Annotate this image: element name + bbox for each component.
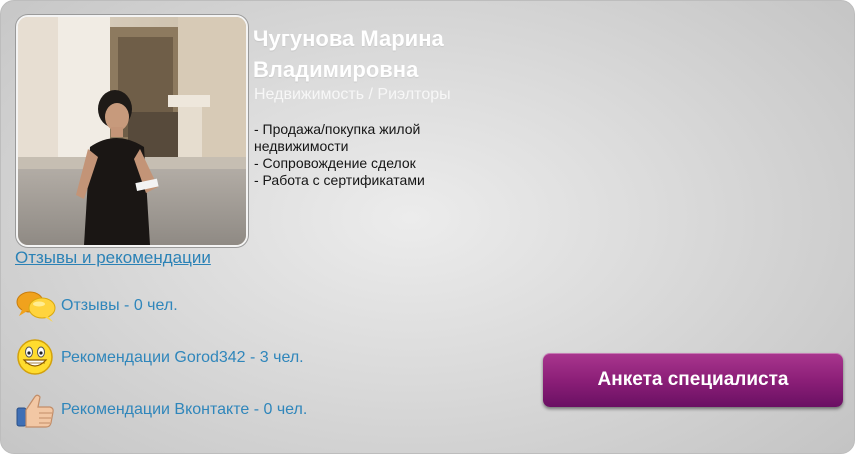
service-item: - Продажа/покупка жилой недвижимости — [254, 121, 421, 154]
vkontakte-recommendations-link[interactable]: Рекомендации Вконтакте - 0 чел. — [15, 390, 307, 430]
gorod342-recommendations-link[interactable]: Рекомендации Gorod342 - 3 чел. — [15, 338, 304, 378]
photo-image — [18, 17, 246, 245]
name-line-1: Чугунова Марина — [253, 26, 444, 51]
name-line-2: Владимировна — [253, 57, 419, 82]
service-item: - Работа с сертификатами — [254, 172, 425, 188]
specialist-name: Чугунова Марина Владимировна — [253, 23, 553, 85]
service-item: - Сопровождение сделок — [254, 155, 416, 171]
speech-bubbles-icon — [15, 286, 57, 326]
reviews-recommendations-link[interactable]: Отзывы и рекомендации — [15, 248, 211, 268]
specialist-category: Недвижимость / Риэлторы — [254, 86, 451, 103]
specialist-photo[interactable] — [16, 15, 248, 247]
services-list: - Продажа/покупка жилой недвижимости - С… — [254, 121, 504, 189]
reviews-count-link[interactable]: Отзывы - 0 чел. — [15, 286, 178, 326]
smiley-icon — [15, 338, 57, 378]
specialist-card: Чугунова Марина Владимировна Недвижимост… — [0, 0, 855, 454]
thumbs-up-icon — [15, 390, 57, 430]
specialist-profile-button[interactable]: Анкета специалиста — [543, 353, 843, 407]
vkontakte-recommendations-label: Рекомендации Вконтакте - 0 чел. — [61, 401, 308, 418]
gorod342-recommendations-label: Рекомендации Gorod342 - 3 чел. — [61, 349, 304, 366]
reviews-count-label: Отзывы - 0 чел. — [61, 297, 178, 314]
